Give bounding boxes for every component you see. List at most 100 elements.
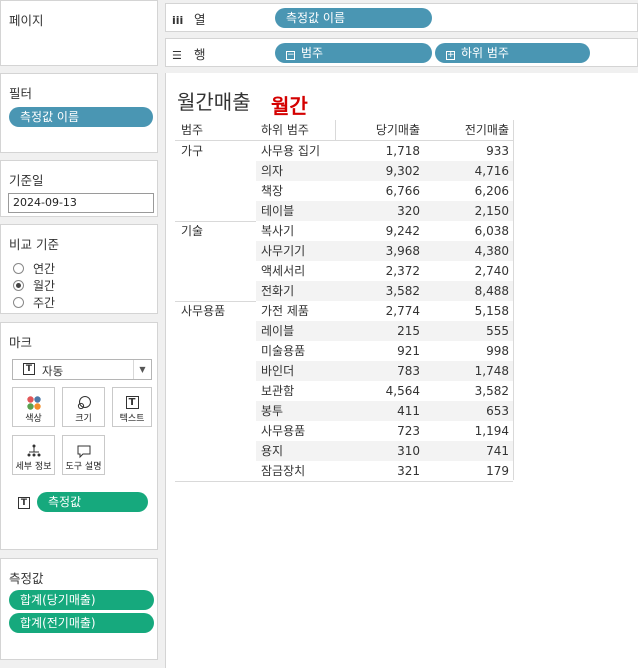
subcategory-cell[interactable]: 레이블 [261,321,341,341]
header-subcategory[interactable]: 하위 범주 [261,120,309,140]
category-label[interactable]: 기술 [181,221,203,241]
previous-sales-cell[interactable]: 6,038 [423,221,509,241]
radio-yearly-circle[interactable] [13,263,24,274]
current-sales-cell[interactable]: 4,564 [336,381,420,401]
base-date-card: 기준일 2024-09-13 [0,160,158,217]
detail-icon [13,440,54,462]
rows-pill-category[interactable]: − 범주 [275,43,432,63]
category-label[interactable]: 사무용품 [181,301,225,321]
header-category[interactable]: 범주 [181,120,203,140]
mark-detail-button[interactable]: 세부 정보 [12,435,55,475]
previous-sales-cell[interactable]: 1,194 [423,421,509,441]
category-label[interactable]: 가구 [181,141,203,161]
current-sales-cell[interactable]: 2,372 [336,261,420,281]
crosstab: 범주 하위 범주 당기매출 전기매출 가구 사무용 집기 1,718 933 의자 9,3… [166,73,638,668]
subcategory-cell[interactable]: 보관함 [261,381,341,401]
previous-sales-cell[interactable]: 555 [423,321,509,341]
radio-weekly-circle[interactable] [13,297,24,308]
previous-sales-cell[interactable]: 8,488 [423,281,509,301]
current-sales-cell[interactable]: 411 [336,401,420,421]
previous-sales-cell[interactable]: 2,740 [423,261,509,281]
subcategory-cell[interactable]: 가전 제품 [261,301,341,321]
previous-sales-cell[interactable]: 4,716 [423,161,509,181]
subcategory-cell[interactable]: 책장 [261,181,341,201]
subcategory-cell[interactable]: 봉투 [261,401,341,421]
rows-shelf-label: ☰ 행 [172,44,206,63]
subcategory-cell[interactable]: 바인더 [261,361,341,381]
subcategory-cell[interactable]: 사무용 집기 [261,141,341,161]
header-current-sales[interactable]: 당기매출 [336,120,420,140]
previous-sales-cell[interactable]: 998 [423,341,509,361]
current-sales-cell[interactable]: 215 [336,321,420,341]
columns-icon: iii [172,14,184,27]
current-sales-cell[interactable]: 320 [336,201,420,221]
rows-icon: ☰ [172,49,182,62]
current-sales-cell[interactable]: 3,968 [336,241,420,261]
subcategory-cell[interactable]: 미술용품 [261,341,341,361]
current-sales-cell[interactable]: 723 [336,421,420,441]
mark-text-label: 텍스트 [119,414,145,424]
mark-detail-label: 세부 정보 [15,462,52,472]
previous-sales-cell[interactable]: 4,380 [423,241,509,261]
subcategory-cell[interactable]: 사무용품 [261,421,341,441]
previous-sales-cell[interactable]: 2,150 [423,201,509,221]
subcategory-cell[interactable]: 의자 [261,161,341,181]
subcategory-cell[interactable]: 용지 [261,441,341,461]
radio-monthly-circle[interactable] [13,280,24,291]
radio-monthly[interactable]: 월간 [13,277,55,294]
subcategory-cell[interactable]: 복사기 [261,221,341,241]
current-sales-cell[interactable]: 321 [336,461,420,481]
size-icon [63,392,104,414]
previous-sales-cell[interactable]: 5,158 [423,301,509,321]
marks-text-pill[interactable]: 측정값 [37,492,148,512]
color-icon [13,392,54,414]
radio-yearly[interactable]: 연간 [13,260,55,277]
current-sales-cell[interactable]: 310 [336,441,420,461]
rows-label: 행 [194,47,206,62]
measure-pill-previous-sales[interactable]: 합계(전기매출) [9,613,154,633]
subcategory-cell[interactable]: 사무기기 [261,241,341,261]
subcategory-cell[interactable]: 전화기 [261,281,341,301]
columns-pill-measure-names[interactable]: 측정값 이름 [275,8,432,28]
radio-weekly[interactable]: 주간 [13,294,55,311]
previous-sales-cell[interactable]: 741 [423,441,509,461]
current-sales-cell[interactable]: 6,766 [336,181,420,201]
mark-color-button[interactable]: 색상 [12,387,55,427]
chevron-down-icon: ▼ [133,360,151,379]
text-icon: T [113,392,151,414]
current-sales-cell[interactable]: 9,302 [336,161,420,181]
subcategory-cell[interactable]: 테이블 [261,201,341,221]
expand-icon[interactable]: + [446,51,455,60]
filter-pill-measure-names[interactable]: 측정값 이름 [9,107,153,127]
mark-tooltip-button[interactable]: 도구 설명 [62,435,105,475]
text-encoding-icon: T [18,497,30,509]
current-sales-cell[interactable]: 2,774 [336,301,420,321]
header-previous-sales[interactable]: 전기매출 [423,120,509,140]
previous-sales-cell[interactable]: 653 [423,401,509,421]
compare-title: 비교 기준 [9,237,59,252]
current-sales-cell[interactable]: 9,242 [336,221,420,241]
columns-shelf: iii 열 측정값 이름 [165,3,638,32]
subcategory-cell[interactable]: 액세서리 [261,261,341,281]
previous-sales-cell[interactable]: 3,582 [423,381,509,401]
mark-text-button[interactable]: T 텍스트 [112,387,152,427]
measures-title: 측정값 [9,571,44,586]
compare-card: 비교 기준 연간 월간 주간 [0,224,158,314]
rows-pill-subcategory[interactable]: + 하위 범주 [435,43,590,63]
marks-title: 마크 [9,335,33,350]
mark-size-button[interactable]: 크기 [62,387,105,427]
mark-type-dropdown[interactable]: T 자동 ▼ [12,359,152,380]
current-sales-cell[interactable]: 1,718 [336,141,420,161]
previous-sales-cell[interactable]: 933 [423,141,509,161]
measure-pill-current-sales[interactable]: 합계(당기매출) [9,590,154,610]
collapse-icon[interactable]: − [286,51,295,60]
previous-sales-cell[interactable]: 179 [423,461,509,481]
previous-sales-cell[interactable]: 6,206 [423,181,509,201]
current-sales-cell[interactable]: 921 [336,341,420,361]
current-sales-cell[interactable]: 783 [336,361,420,381]
subcategory-cell[interactable]: 잠금장치 [261,461,341,481]
base-date-input[interactable]: 2024-09-13 [8,193,154,213]
previous-sales-cell[interactable]: 1,748 [423,361,509,381]
text-mark-icon: T [23,363,35,375]
current-sales-cell[interactable]: 3,582 [336,281,420,301]
